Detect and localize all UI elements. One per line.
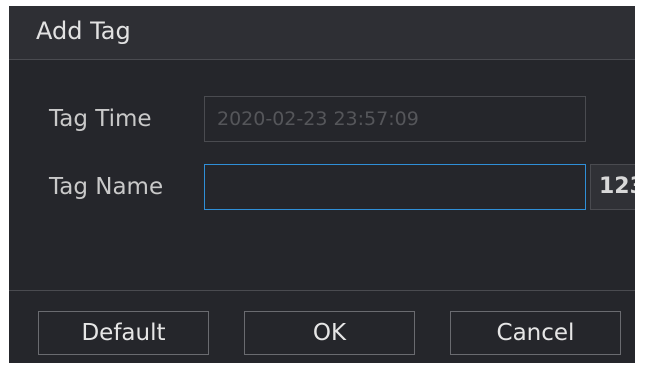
tag-time-field: 2020-02-23 23:57:09	[204, 96, 586, 142]
tag-name-input[interactable]	[204, 164, 586, 210]
tag-time-label: Tag Time	[49, 106, 152, 132]
footer-divider	[9, 290, 635, 291]
dialog-titlebar: Add Tag	[9, 6, 635, 60]
default-button[interactable]: Default	[38, 311, 209, 355]
dialog-title: Add Tag	[36, 17, 131, 45]
ok-button[interactable]: OK	[244, 311, 415, 355]
cancel-button[interactable]: Cancel	[450, 311, 621, 355]
add-tag-dialog: Add Tag Tag Time 2020-02-23 23:57:09 Tag…	[9, 6, 635, 363]
keyboard-toggle-button[interactable]: 123	[590, 164, 635, 210]
tag-name-label: Tag Name	[49, 174, 164, 200]
